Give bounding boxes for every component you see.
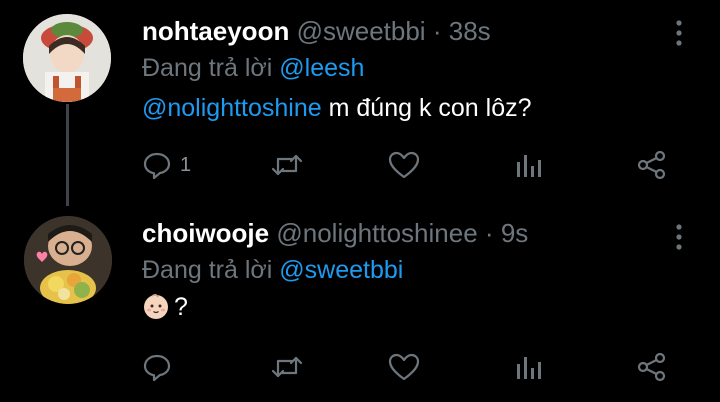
tweet-header: nohtaeyoon @sweetbbi · 38s — [142, 16, 491, 47]
action-bar — [142, 350, 682, 384]
thread-connector — [66, 104, 69, 206]
replying-to: Đang trả lời @leesh — [142, 54, 364, 83]
replying-to-label: Đang trả lời — [142, 54, 273, 82]
reply-icon — [143, 354, 171, 382]
user-handle[interactable]: @sweetbbi — [297, 16, 426, 46]
replying-to-mention[interactable]: @sweetbbi — [279, 256, 403, 284]
more-options-button[interactable] — [670, 222, 688, 252]
replying-to-mention[interactable]: @leesh — [279, 54, 364, 82]
like-button[interactable] — [388, 148, 420, 182]
retweet-icon — [271, 154, 303, 176]
baby-face-icon — [142, 292, 170, 320]
tweet[interactable]: nohtaeyoon @sweetbbi · 38s Đang trả lời … — [0, 0, 720, 206]
retweet-button[interactable] — [270, 148, 304, 182]
body-text: m đúng k con lôz? — [321, 94, 532, 122]
like-button[interactable] — [388, 350, 420, 384]
timestamp[interactable]: 9s — [501, 218, 528, 248]
tweet[interactable]: choiwooje @nolighttoshinee · 9s Đang trả… — [0, 200, 720, 402]
like-icon — [388, 151, 420, 179]
separator: · — [432, 16, 442, 46]
avatar[interactable] — [24, 216, 112, 304]
views-button[interactable] — [514, 148, 542, 182]
share-button[interactable] — [636, 350, 668, 384]
share-button[interactable] — [636, 148, 668, 182]
reply-icon — [143, 152, 171, 180]
retweet-button[interactable] — [270, 350, 304, 384]
share-icon — [637, 352, 666, 382]
like-icon — [388, 353, 420, 381]
separator: · — [484, 218, 494, 248]
avatar[interactable] — [23, 14, 111, 102]
views-icon — [517, 155, 541, 177]
retweet-icon — [271, 356, 303, 378]
action-bar: 1 — [142, 148, 682, 182]
user-handle[interactable]: @nolighttoshinee — [276, 218, 477, 248]
replying-to-label: Đang trả lời — [142, 256, 273, 284]
tweet-header: choiwooje @nolighttoshinee · 9s — [142, 218, 528, 249]
display-name[interactable]: nohtaeyoon — [142, 16, 289, 46]
tweet-text: ? — [142, 292, 188, 322]
reply-button[interactable]: 1 — [142, 148, 191, 182]
body-mention[interactable]: @nolighttoshine — [142, 94, 322, 122]
more-options-button[interactable] — [670, 18, 688, 48]
replying-to: Đang trả lời @sweetbbi — [142, 256, 403, 285]
more-vertical-icon — [676, 20, 682, 46]
more-vertical-icon — [676, 224, 682, 250]
views-icon — [517, 357, 541, 379]
tweet-text: @nolighttoshine m đúng k con lôz? — [142, 94, 532, 123]
reply-button[interactable] — [142, 350, 180, 384]
share-icon — [637, 150, 666, 180]
timestamp[interactable]: 38s — [449, 16, 491, 46]
body-text: ? — [174, 293, 188, 321]
views-button[interactable] — [514, 350, 542, 384]
reply-count: 1 — [180, 153, 192, 176]
display-name[interactable]: choiwooje — [142, 218, 269, 248]
